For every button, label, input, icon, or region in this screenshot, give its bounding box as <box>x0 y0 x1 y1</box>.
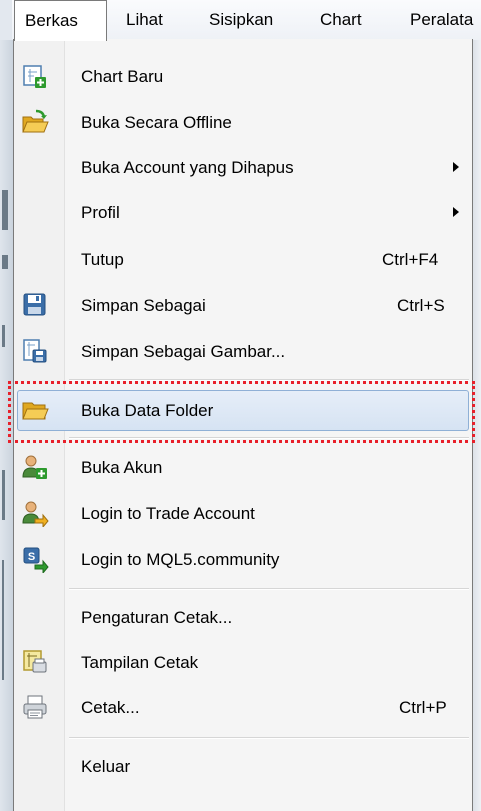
user-add-icon <box>21 453 49 481</box>
menu-item-login-mql5[interactable]: S Login to MQL5.community <box>14 537 472 582</box>
open-folder-arrow-icon <box>21 108 49 136</box>
menu-lihat[interactable]: Lihat <box>116 0 173 40</box>
menu-separator <box>69 737 469 739</box>
menu-item-label: Profil <box>81 202 120 222</box>
menu-sisipkan[interactable]: Sisipkan <box>199 0 283 40</box>
menu-item-label: Buka Account yang Dihapus <box>81 157 294 177</box>
menu-chart[interactable]: Chart <box>310 0 372 40</box>
menu-item-chart-baru[interactable]: Chart Baru <box>14 54 472 99</box>
menu-separator <box>69 588 469 590</box>
menu-peralatan[interactable]: Peralata <box>400 0 481 40</box>
new-chart-icon <box>21 62 49 90</box>
screenshot-root: Berkas Lihat Sisipkan Chart Peralata Cha… <box>0 0 481 811</box>
mql5-login-icon: S <box>21 545 49 575</box>
menu-item-label: Keluar <box>81 756 131 776</box>
menu-item-label: Cetak... <box>81 697 140 717</box>
menu-item-label: Tampilan Cetak <box>81 652 199 672</box>
floppy-disk-icon <box>21 291 49 319</box>
menu-item-buka-account-dihapus[interactable]: Buka Account yang Dihapus <box>14 145 472 190</box>
menu-item-shortcut: Ctrl+P <box>399 697 447 717</box>
menu-item-label: Login to Trade Account <box>81 503 255 523</box>
menu-item-label: Chart Baru <box>81 66 164 86</box>
menu-item-label: Pengaturan Cetak... <box>81 607 233 627</box>
submenu-arrow-icon <box>453 207 459 217</box>
menu-bar-edge <box>0 0 12 40</box>
print-preview-icon <box>21 648 49 676</box>
menu-item-tutup[interactable]: Tutup Ctrl+F4 <box>14 237 472 282</box>
menu-item-buka-data-folder[interactable]: Buka Data Folder <box>14 388 472 433</box>
menu-item-shortcut: Ctrl+S <box>397 295 445 315</box>
menu-item-label: Buka Secara Offline <box>81 112 232 132</box>
save-picture-icon <box>21 337 49 365</box>
printer-icon <box>21 693 49 721</box>
menu-item-label: Buka Akun <box>81 457 163 477</box>
folder-icon <box>21 396 49 424</box>
menu-item-buka-secara-offline[interactable]: Buka Secara Offline <box>14 100 472 145</box>
menu-bar: Berkas Lihat Sisipkan Chart Peralata <box>0 0 481 41</box>
menu-item-simpan-sebagai[interactable]: Simpan Sebagai Ctrl+S <box>14 283 472 328</box>
svg-text:S: S <box>28 551 35 563</box>
menu-item-simpan-sebagai-gambar[interactable]: Simpan Sebagai Gambar... <box>14 329 472 374</box>
menu-item-cetak[interactable]: Cetak... Ctrl+P <box>14 685 472 730</box>
menu-separator <box>69 437 469 439</box>
menu-item-keluar[interactable]: Keluar <box>14 744 472 789</box>
menu-item-label: Tutup <box>81 249 124 269</box>
user-login-icon <box>21 499 49 529</box>
menu-item-buka-akun[interactable]: Buka Akun <box>14 445 472 490</box>
menu-item-pengaturan-cetak[interactable]: Pengaturan Cetak... <box>14 595 472 640</box>
menu-item-label: Login to MQL5.community <box>81 549 280 569</box>
berkas-dropdown-menu: Chart Baru Buka Secara Offline Buka Acco… <box>13 39 473 811</box>
submenu-arrow-icon <box>453 162 459 172</box>
menu-item-label: Simpan Sebagai <box>81 295 206 315</box>
menu-item-login-trade-account[interactable]: Login to Trade Account <box>14 491 472 536</box>
menu-item-shortcut: Ctrl+F4 <box>382 249 439 269</box>
menu-separator <box>69 379 469 381</box>
menu-item-profil[interactable]: Profil <box>14 190 472 235</box>
menu-item-label: Simpan Sebagai Gambar... <box>81 341 286 361</box>
background-chart-strip <box>0 40 14 811</box>
menu-item-tampilan-cetak[interactable]: Tampilan Cetak <box>14 640 472 685</box>
menu-berkas[interactable]: Berkas <box>14 0 107 41</box>
menu-item-label: Buka Data Folder <box>81 400 214 420</box>
